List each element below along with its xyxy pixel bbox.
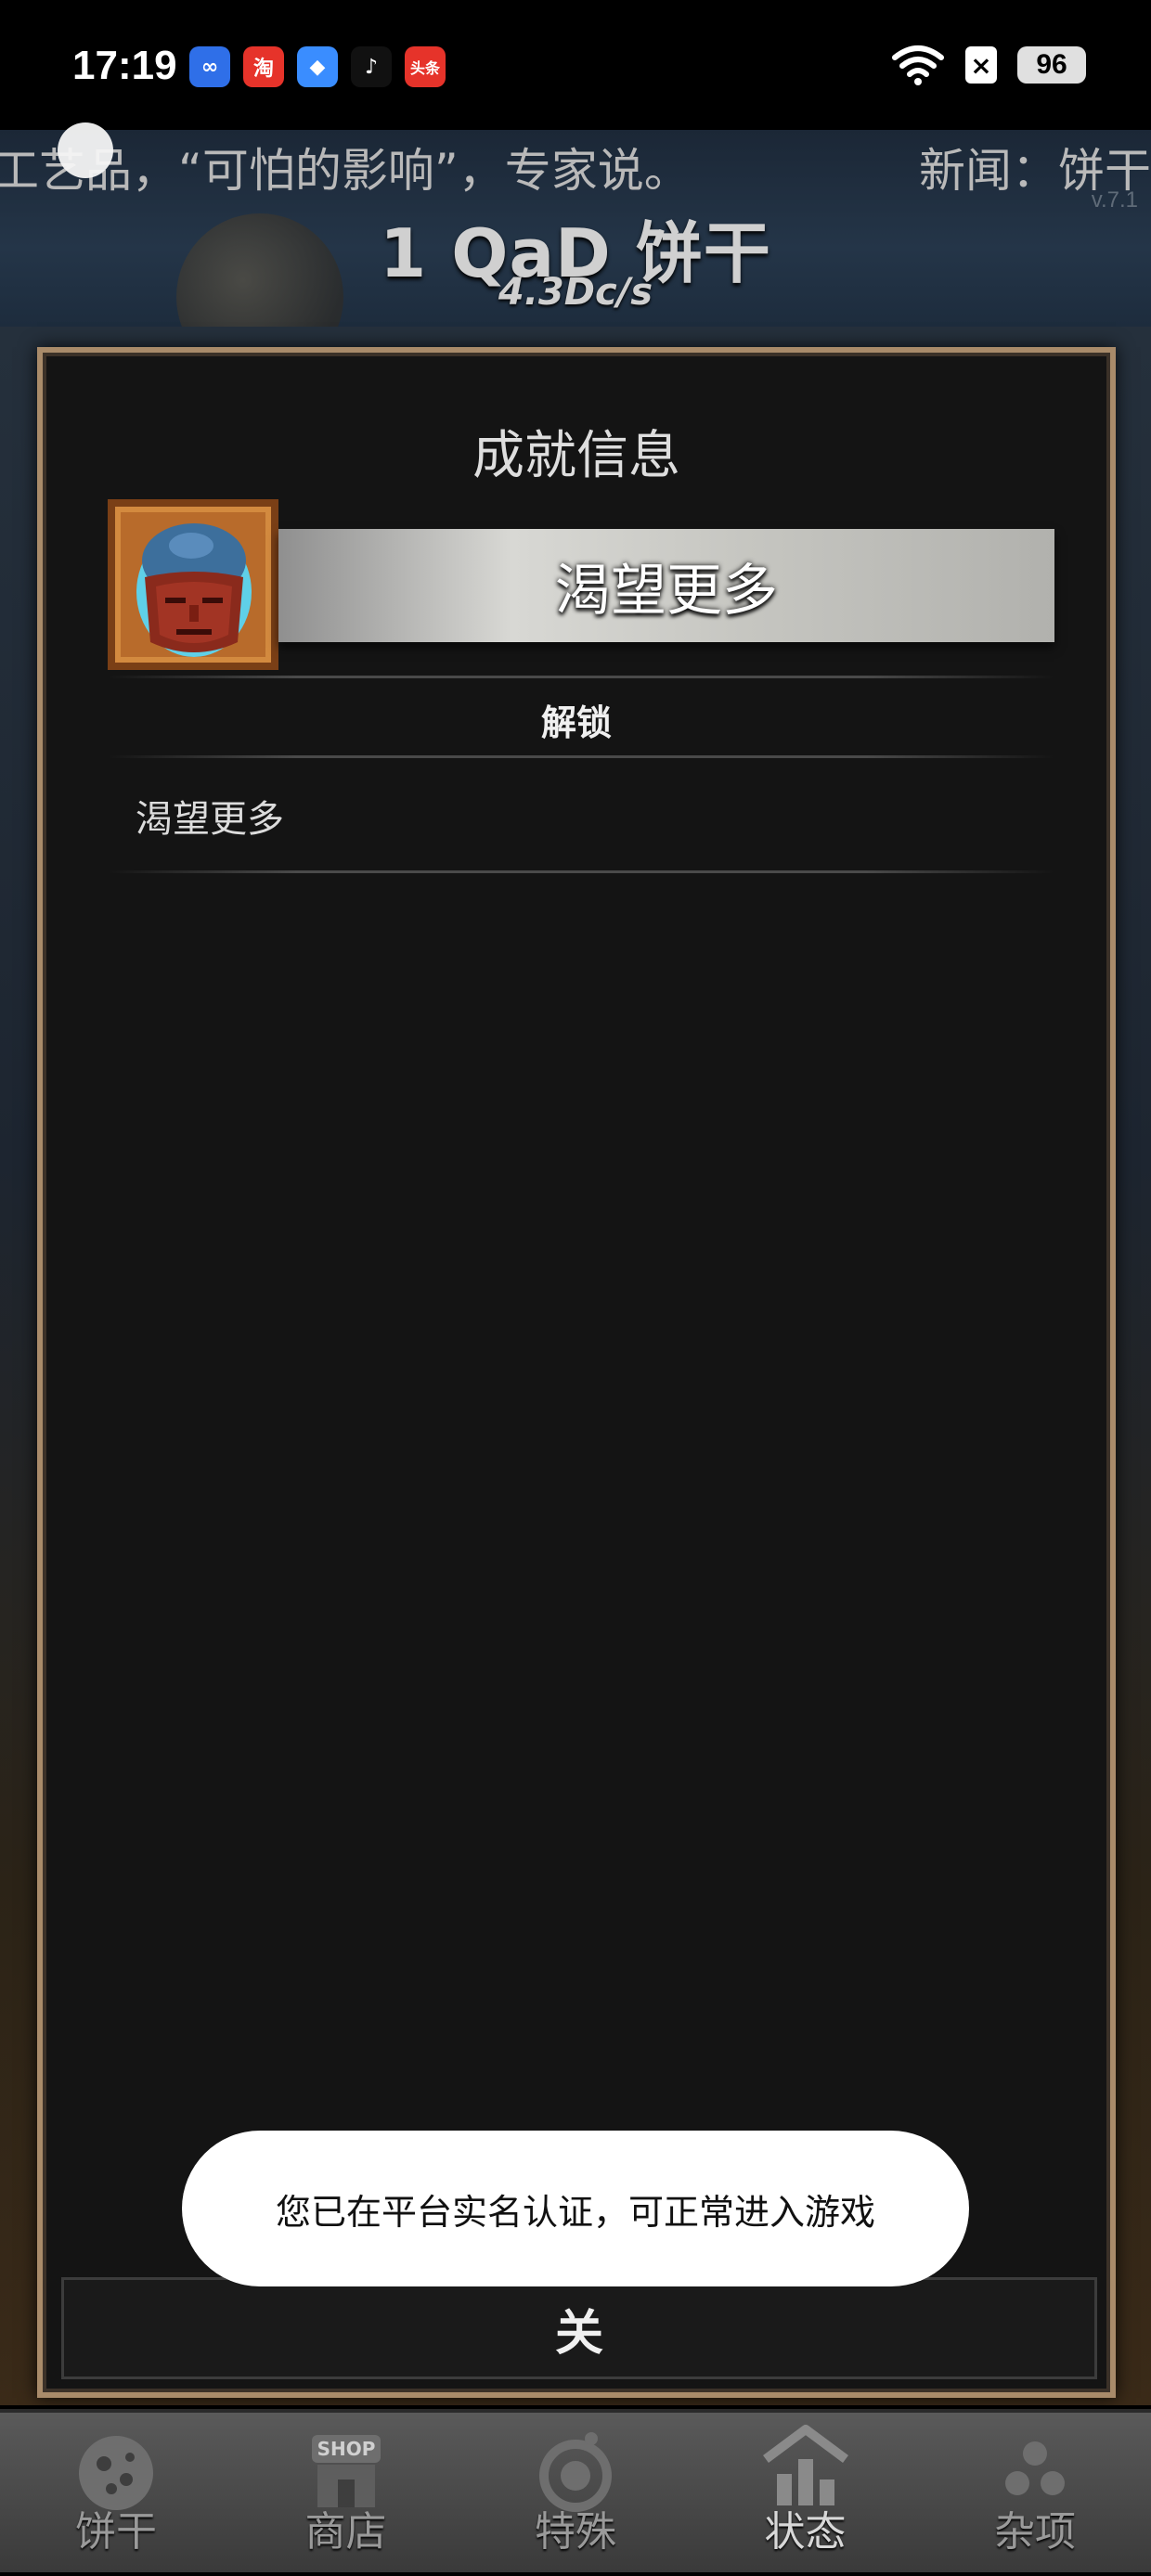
divider (108, 870, 1054, 873)
nav-item-cookie[interactable]: 饼干 (28, 2413, 204, 2576)
game-header: 工艺品，“可怕的影响”，专家说。 新闻：饼干 v.7.1 1 QaD 饼干 4.… (0, 130, 1151, 327)
toutiao-icon: 头条 (405, 46, 446, 87)
status-time: 17:19 (72, 43, 177, 88)
nav-label-cookie: 饼干 (75, 2508, 157, 2556)
achievement-info-panel: 成就信息 渴望更多 解锁 渴望更多 关 (37, 347, 1116, 2398)
floating-assistive-dot[interactable] (58, 122, 113, 178)
status-bar: 17:19 ∞ 淘 ◆ ♪ 头条 × 96 (0, 0, 1151, 130)
douyin-icon: ♪ (351, 46, 392, 87)
bottom-nav: 饼干 SHOP 商店 特殊 状态 杂项 (0, 2409, 1151, 2572)
notification-app-icons: ∞ 淘 ◆ ♪ 头条 (189, 46, 446, 87)
nav-label-stats: 状态 (764, 2508, 847, 2556)
baidu-netdisk-icon: ∞ (189, 46, 230, 87)
achievement-name: 渴望更多 (555, 558, 778, 624)
nav-item-misc[interactable]: 杂项 (947, 2413, 1123, 2576)
achievement-name-banner: 渴望更多 (278, 529, 1054, 642)
system-indicators: × 96 (891, 45, 1086, 85)
svg-text:SHOP: SHOP (317, 2438, 375, 2460)
nav-label-misc: 杂项 (994, 2508, 1076, 2556)
nav-item-special[interactable]: 特殊 (487, 2413, 664, 2576)
nav-label-shop: 商店 (304, 2508, 387, 2556)
panel-title: 成就信息 (472, 426, 680, 486)
no-sim-icon: × (965, 46, 997, 84)
taobao-icon: 淘 (243, 46, 284, 87)
close-button[interactable]: 关 (61, 2277, 1097, 2379)
divider (108, 755, 1054, 758)
realname-toast: 您已在平台实名认证，可正常进入游戏 (182, 2131, 969, 2286)
pixel-face-icon (136, 523, 252, 657)
cookies-per-second: 4.3Dc/s (498, 271, 653, 314)
nav-item-shop[interactable]: SHOP 商店 (258, 2413, 434, 2576)
battery-indicator: 96 (1017, 46, 1086, 84)
unlock-section-label: 解锁 (540, 702, 612, 743)
achievement-description: 渴望更多 (136, 798, 284, 841)
wifi-icon (892, 45, 944, 85)
nav-item-stats[interactable]: 状态 (718, 2413, 894, 2576)
browser-icon: ◆ (297, 46, 338, 87)
divider (108, 676, 1054, 678)
achievement-icon (108, 499, 278, 670)
nav-label-special: 特殊 (535, 2508, 616, 2556)
